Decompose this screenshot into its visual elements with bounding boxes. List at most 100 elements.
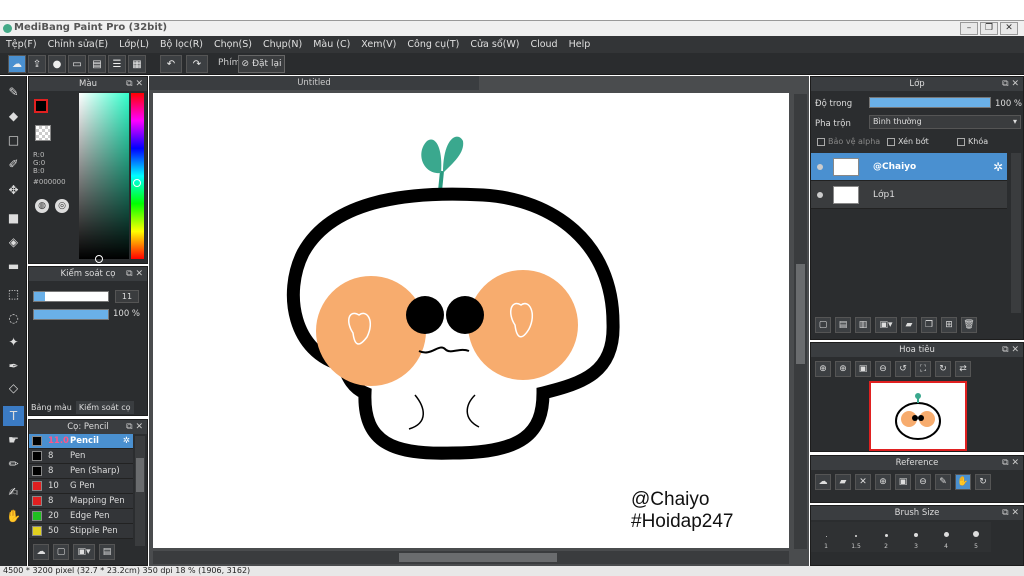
menu-select[interactable]: Chọn(S) <box>214 39 252 50</box>
horizontal-scroll-thumb[interactable] <box>399 553 557 562</box>
visibility-icon[interactable] <box>817 191 823 198</box>
color-history-icon[interactable]: ◎ <box>55 199 69 213</box>
reset-button[interactable]: ⊘ Đặt lại <box>238 55 285 73</box>
hue-slider[interactable] <box>131 93 144 259</box>
lock-checkbox[interactable]: Khóa <box>957 137 988 146</box>
clipping-checkbox[interactable]: Xén bớt <box>887 137 929 146</box>
text-tool-icon[interactable]: T <box>3 406 24 426</box>
bucket-tool-icon[interactable]: ◈ <box>3 232 24 252</box>
brush-opacity-slider[interactable] <box>33 309 109 320</box>
visibility-icon[interactable] <box>817 163 823 170</box>
select-tool-icon[interactable]: ⬚ <box>3 284 24 304</box>
menu-edit[interactable]: Chỉnh sửa(E) <box>48 39 109 50</box>
canvas-horizontal-scrollbar[interactable] <box>153 551 789 564</box>
brush-size-slider[interactable] <box>33 291 109 302</box>
folder-icon[interactable]: ▰ <box>901 317 917 333</box>
flip-icon[interactable]: ⇄ <box>955 361 971 377</box>
maximize-icon[interactable]: ❐ <box>980 22 998 35</box>
redo-icon[interactable]: ↷ <box>186 55 208 73</box>
reference-close-icon[interactable]: ✕ <box>855 474 871 490</box>
shape-tool-icon[interactable]: □ <box>3 130 24 150</box>
brush-item[interactable]: 8 Mapping Pen <box>29 494 133 509</box>
lasso-tool-icon[interactable]: ◌ <box>3 308 24 328</box>
menu-snap[interactable]: Chụp(N) <box>263 39 302 50</box>
reference-zoom-out-icon[interactable]: ⊖ <box>915 474 931 490</box>
panel-close-icon[interactable]: ⧉ ✕ <box>1002 456 1019 470</box>
brush-size-cell[interactable]: 2 <box>871 522 901 552</box>
brush-add-icon[interactable]: ▣▾ <box>73 544 95 560</box>
panel-close-icon[interactable]: ⧉ ✕ <box>1002 77 1019 91</box>
layer-row-chaiyo[interactable]: @Chaiyo ✲ <box>811 153 1007 181</box>
transparent-swatch[interactable] <box>35 125 51 141</box>
gradient-tool-icon[interactable]: ▬ <box>3 256 24 276</box>
brush-size-cell[interactable]: 4 <box>931 522 961 552</box>
protect-alpha-checkbox[interactable]: Bảo vệ alpha <box>817 137 880 146</box>
pen-tool-icon[interactable]: ✍ <box>3 482 24 502</box>
zoom-out-icon[interactable]: ⊖ <box>875 361 891 377</box>
foreground-color-swatch[interactable] <box>34 99 48 113</box>
brush-item[interactable]: 8 Pen <box>29 449 133 464</box>
rotate-left-icon[interactable]: ↺ <box>895 361 911 377</box>
fullscreen-icon[interactable]: ⛶ <box>915 361 931 377</box>
reference-open-icon[interactable]: ▰ <box>835 474 851 490</box>
brush-item[interactable]: 11.0 Pencil ✲ <box>29 434 133 449</box>
layer-list-scrollbar[interactable] <box>1011 153 1021 313</box>
merge-layer-icon[interactable]: ⊞ <box>941 317 957 333</box>
document-tab[interactable]: Untitled <box>149 76 479 90</box>
brush-list-scrollbar[interactable] <box>135 436 145 546</box>
gear-icon[interactable]: ✲ <box>993 160 1003 174</box>
menu-tools[interactable]: Công cụ(T) <box>407 39 459 50</box>
panel-close-icon[interactable]: ⧉ ✕ <box>126 77 143 91</box>
zoom-in-small-icon[interactable]: ⊕ <box>835 361 851 377</box>
brush-tool-icon[interactable]: ✎ <box>3 82 24 102</box>
duplicate-layer-icon[interactable]: ❐ <box>921 317 937 333</box>
new-8bit-layer-icon[interactable]: ▥ <box>855 317 871 333</box>
zoom-in-icon[interactable]: ⊕ <box>815 361 831 377</box>
brush-size-cell[interactable]: 5 <box>961 522 991 552</box>
undo-icon[interactable]: ↶ <box>160 55 182 73</box>
navigator-preview[interactable] <box>869 381 967 451</box>
brush-new-icon[interactable]: ▢ <box>53 544 69 560</box>
brush-size-input[interactable]: 11 <box>115 290 139 303</box>
layer-opacity-slider[interactable] <box>869 97 991 108</box>
tab-palette[interactable]: Bảng màu <box>31 403 72 412</box>
blend-mode-select[interactable]: Bình thường ▾ <box>869 115 1021 129</box>
sv-picker-handle[interactable] <box>95 255 103 263</box>
dot-tool-icon[interactable]: ✐ <box>3 154 24 174</box>
panel-close-icon[interactable]: ⧉ ✕ <box>1002 343 1019 357</box>
fit-icon[interactable]: ▣ <box>855 361 871 377</box>
menu-cloud[interactable]: Cloud <box>530 39 557 50</box>
add-layer-menu-icon[interactable]: ▣▾ <box>875 317 897 333</box>
brush-item[interactable]: 8 Pen (Sharp) <box>29 464 133 479</box>
new-layer-icon[interactable]: ▢ <box>815 317 831 333</box>
layer-row-layer1[interactable]: Lớp1 <box>811 181 1007 209</box>
tab-brush-control[interactable]: Kiểm soát cọ <box>75 401 134 414</box>
list-icon[interactable]: ☰ <box>108 55 126 73</box>
canvas-vertical-scrollbar[interactable] <box>794 94 807 549</box>
hand-tool-icon[interactable]: ✋ <box>3 506 24 526</box>
export-icon[interactable]: ⇪ <box>28 55 46 73</box>
reference-fit-icon[interactable]: ▣ <box>895 474 911 490</box>
eyedropper-tool-icon[interactable]: ✏ <box>3 454 24 474</box>
menu-window[interactable]: Cửa sổ(W) <box>470 39 519 50</box>
palette-icon[interactable]: ◍ <box>35 199 49 213</box>
menu-help[interactable]: Help <box>569 39 591 50</box>
comment-icon[interactable]: ▭ <box>68 55 86 73</box>
menu-filter[interactable]: Bộ lọc(R) <box>160 39 203 50</box>
menu-layer[interactable]: Lớp(L) <box>119 39 149 50</box>
canvas-paper[interactable]: @Chaiyo #Hoidap247 <box>153 93 789 548</box>
brush-item[interactable]: 50 Stipple Pen <box>29 524 133 539</box>
select-eraser-tool-icon[interactable]: ◇ <box>3 378 24 398</box>
magic-wand-tool-icon[interactable]: ✦ <box>3 332 24 352</box>
panel-close-icon[interactable]: ⧉ ✕ <box>1002 506 1019 520</box>
hue-slider-handle[interactable] <box>133 179 141 187</box>
reference-hand-icon[interactable]: ✋ <box>955 474 971 490</box>
chat-icon[interactable]: ● <box>48 55 66 73</box>
brush-list-scroll-thumb[interactable] <box>136 458 144 492</box>
panel-close-icon[interactable]: ⧉ ✕ <box>126 267 143 281</box>
gear-icon[interactable]: ✲ <box>123 436 130 446</box>
cloud-icon[interactable]: ☁ <box>8 55 26 73</box>
brush-item[interactable]: 10 G Pen <box>29 479 133 494</box>
brush-size-cell[interactable]: 1 <box>811 522 841 552</box>
reference-eyedropper-icon[interactable]: ✎ <box>935 474 951 490</box>
